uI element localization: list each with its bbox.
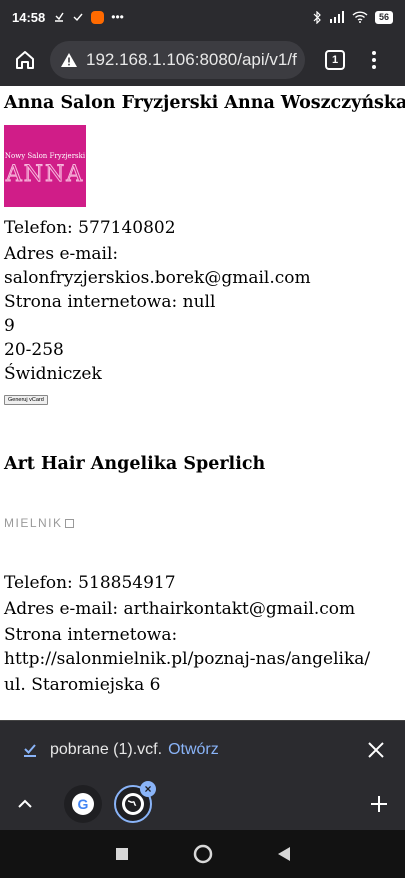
more-notifications-icon: ••• xyxy=(111,10,124,24)
close-download-bar-button[interactable] xyxy=(367,741,385,759)
website-text: Strona internetowa: null xyxy=(4,292,216,312)
menu-dot xyxy=(372,51,376,55)
home-button[interactable] xyxy=(0,34,50,86)
logo-wordmark: ANNA xyxy=(5,162,85,188)
logo-square-mark xyxy=(64,518,74,528)
website-url: http://salonmielnik.pl/poznaj-nas/angeli… xyxy=(4,649,371,669)
street-number: 9 xyxy=(4,316,15,336)
tab-current-page[interactable]: × xyxy=(114,781,156,823)
mi-app-icon xyxy=(91,10,105,24)
check-icon xyxy=(73,13,83,22)
close-icon xyxy=(368,741,384,758)
download-bar: pobrane (1).vcf. Otwórz xyxy=(0,720,405,778)
url-text: 192.168.1.106:8080/api/v1/f xyxy=(86,50,297,69)
new-tab-button[interactable] xyxy=(369,794,389,814)
notification-icons: ••• xyxy=(53,10,124,24)
globe-icon xyxy=(122,793,144,815)
android-navigation-bar xyxy=(0,830,405,878)
back-nav-button[interactable] xyxy=(277,846,291,862)
not-secure-warning-icon xyxy=(61,53,77,67)
menu-dot xyxy=(372,65,376,69)
city: Świdniczek xyxy=(4,364,102,384)
download-done-icon xyxy=(55,12,64,22)
wifi-icon xyxy=(352,11,368,23)
business-entry: Anna Salon Fryzjerski Anna Woszczyńska N… xyxy=(0,86,405,405)
browser-toolbar: 192.168.1.106:8080/api/v1/f 1 xyxy=(0,34,405,86)
system-icons: 56 xyxy=(312,10,393,24)
website-label: Strona internetowa: xyxy=(4,625,178,645)
business-name: Art Hair Angelika Sperlich xyxy=(4,454,266,474)
tab-google[interactable]: G xyxy=(64,785,102,823)
logo-caption: Nowy Salon Fryzjerski xyxy=(4,152,86,160)
business-logo-image: MIELNIK xyxy=(4,513,405,533)
expand-tabs-button[interactable] xyxy=(0,799,50,809)
google-letter: G xyxy=(77,796,89,812)
download-complete-icon xyxy=(24,743,36,757)
phone-text: Telefon: 577140802 xyxy=(4,218,176,238)
street-address: ul. Staromiejska 6 xyxy=(4,675,161,695)
home-icon xyxy=(16,51,34,69)
plus-icon xyxy=(371,796,387,812)
menu-dot xyxy=(372,58,376,62)
email-label: Adres e-mail: xyxy=(4,244,119,264)
logo-wordmark: MIELNIK xyxy=(4,516,63,530)
more-menu-button[interactable] xyxy=(369,51,379,69)
recents-button[interactable] xyxy=(115,847,129,861)
generate-vcard-button[interactable]: Generuj vCard xyxy=(4,395,48,405)
signal-icon xyxy=(329,11,344,23)
email-text: Adres e-mail: arthairkontakt@gmail.com xyxy=(4,599,356,619)
business-entry: Art Hair Angelika Sperlich MIELNIK Telef… xyxy=(0,453,405,697)
google-icon: G xyxy=(72,793,94,815)
open-download-link[interactable]: Otwórz xyxy=(168,741,219,759)
chevron-up-icon xyxy=(18,799,32,808)
email-value: salonfryzjerskios.borek@gmail.com xyxy=(4,268,311,288)
home-nav-button[interactable] xyxy=(193,844,213,864)
address-bar[interactable]: 192.168.1.106:8080/api/v1/f xyxy=(50,41,305,79)
close-tab-icon[interactable]: × xyxy=(140,781,156,797)
business-logo-image: Nowy Salon Fryzjerski ANNA xyxy=(4,125,86,207)
status-bar: 14:58 ••• 56 xyxy=(0,0,405,34)
postal-code: 20-258 xyxy=(4,340,64,360)
bluetooth-icon xyxy=(313,10,321,24)
status-time: 14:58 xyxy=(12,9,46,25)
phone-text: Telefon: 518854917 xyxy=(4,573,176,593)
tab-switcher-button[interactable]: 1 xyxy=(325,50,345,70)
bottom-tab-strip: G × xyxy=(0,778,405,830)
downloaded-filename: pobrane (1).vcf. xyxy=(50,740,163,758)
globe-glyph xyxy=(125,796,141,812)
web-page-content: Anna Salon Fryzjerski Anna Woszczyńska N… xyxy=(0,86,405,720)
business-name: Anna Salon Fryzjerski Anna Woszczyńska xyxy=(4,93,405,113)
battery-icon: 56 xyxy=(374,10,393,24)
